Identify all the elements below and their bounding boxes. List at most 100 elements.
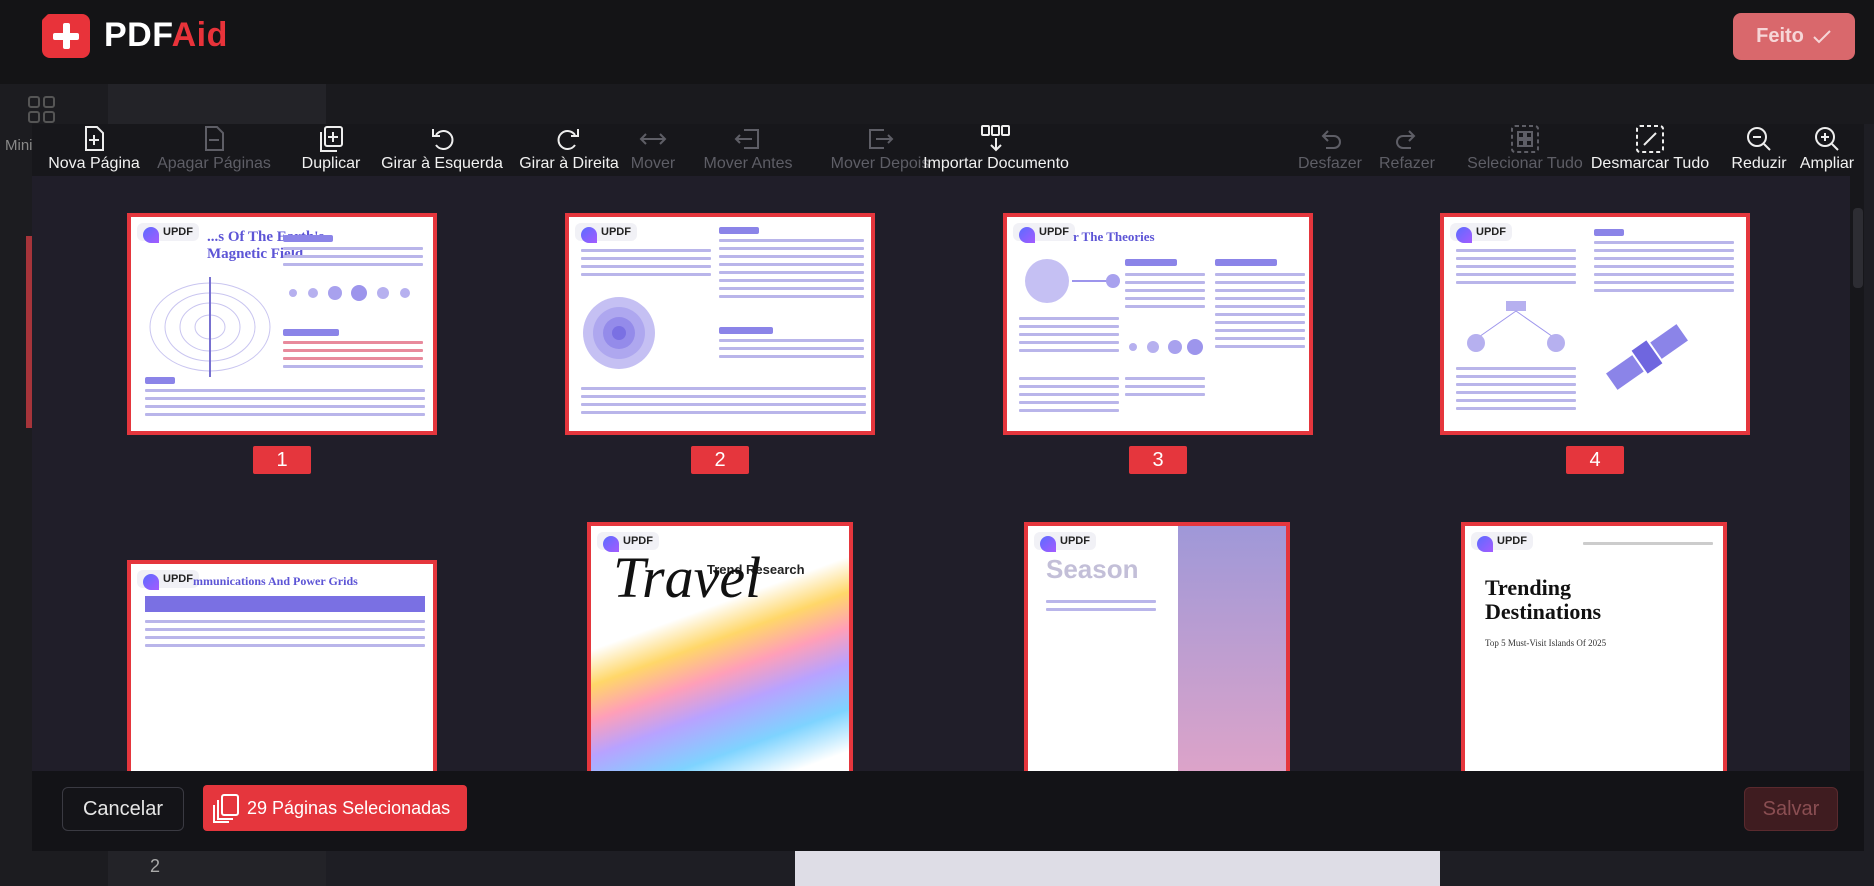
rotate-right-button[interactable]: Girar à Direita <box>504 124 634 176</box>
zoom-out-button[interactable]: Reduzir <box>1724 124 1794 176</box>
page-thumbnail[interactable]: UPDF mmunications And Power Grids <box>127 560 437 771</box>
page-title: mmunications And Power Grids <box>193 574 358 588</box>
done-button[interactable]: Feito <box>1733 13 1855 60</box>
page-thumbnail[interactable]: UPDF r The Theories <box>1003 213 1313 435</box>
import-document-button[interactable]: Importar Documento <box>916 124 1076 176</box>
select-all-button[interactable]: Selecionar Tudo <box>1450 124 1600 176</box>
move-icon <box>639 133 667 145</box>
delete-pages-button[interactable]: Apagar Páginas <box>152 124 276 176</box>
selected-pages-button[interactable]: 29 Páginas Selecionadas <box>203 785 467 831</box>
page-thumbnail[interactable]: UPDF Trend Research Travel UPDF <box>587 522 853 771</box>
text-lines <box>1125 273 1205 313</box>
section-header <box>283 235 333 242</box>
cancel-button[interactable]: Cancelar <box>62 787 184 831</box>
text-lines <box>719 239 864 303</box>
app-header: PDFAid Feito <box>0 0 1874 84</box>
pages-stack-icon <box>213 794 239 823</box>
table-header <box>145 596 425 612</box>
text-lines <box>581 387 866 419</box>
updf-badge: UPDF <box>1034 532 1096 552</box>
logo-icon <box>42 14 90 58</box>
deselect-all-button[interactable]: Desmarcar Tudo <box>1587 124 1713 176</box>
cover-subtitle: Top 5 Must-Visit Islands Of 2025 <box>1485 638 1607 648</box>
page-thumbnail[interactable]: UPDF ...s Of The Earth's Magnetic Field <box>127 213 437 435</box>
rotate-left-icon <box>432 129 454 150</box>
cover-title: Travel <box>613 545 762 610</box>
deselect-icon <box>1636 125 1664 153</box>
move-after-icon <box>869 129 894 149</box>
page-number-badge: 2 <box>691 446 749 474</box>
updf-badge: UPDF <box>597 532 659 552</box>
network-diagram <box>1467 301 1565 352</box>
text-lines <box>283 247 423 271</box>
text-lines <box>1019 377 1119 417</box>
page-organizer-dialog: Nova Página Apagar Páginas Duplicar Gira… <box>32 124 1864 851</box>
app-logo-text: PDFAid <box>104 16 228 54</box>
theory-diagram <box>1025 259 1120 303</box>
import-icon <box>981 125 1010 152</box>
text-lines <box>1583 542 1713 550</box>
updf-badge: UPDF <box>1450 223 1512 243</box>
text-lines <box>1456 249 1576 289</box>
section-header <box>1215 259 1277 266</box>
text-lines <box>1125 377 1205 401</box>
background-mini-label: Mini <box>5 137 33 154</box>
page-thumbnail[interactable]: UPDF <box>1440 213 1750 435</box>
text-lines <box>581 249 711 281</box>
undo-icon <box>1321 130 1341 149</box>
dialog-footer: Cancelar 29 Páginas Selecionadas Salvar <box>32 771 1864 851</box>
undo-button[interactable]: Desfazer <box>1292 124 1368 176</box>
page-thumbnail[interactable]: UPDF Trending Destinations Top 5 Must-Vi… <box>1461 522 1727 771</box>
background-document <box>795 850 1440 886</box>
section-header <box>145 377 175 384</box>
grid-icon <box>28 96 55 123</box>
page-thumbnail[interactable]: Season UPDF <box>1024 522 1290 771</box>
rotate-left-button[interactable]: Girar à Esquerda <box>364 124 520 176</box>
file-plus-icon <box>85 126 104 151</box>
scrollbar-thumb[interactable] <box>1853 208 1863 288</box>
copy-icon <box>320 126 343 152</box>
section-header <box>719 327 773 334</box>
updf-badge: UPDF <box>137 223 199 243</box>
page-number-badge: 4 <box>1566 446 1624 474</box>
planets-row <box>1129 339 1203 355</box>
section-header <box>1594 229 1624 236</box>
section-header <box>719 227 759 234</box>
updf-badge: UPDF <box>1471 532 1533 552</box>
updf-badge: UPDF <box>575 223 637 243</box>
table-rows <box>145 620 425 652</box>
redo-icon <box>1396 130 1416 149</box>
file-minus-icon <box>205 126 224 151</box>
move-button[interactable]: Mover <box>618 124 688 176</box>
cover-title: Trending Destinations <box>1485 575 1602 624</box>
text-lines <box>1456 367 1576 415</box>
zoom-out-icon <box>1747 127 1771 151</box>
page-thumbnail[interactable]: UPDF <box>565 213 875 435</box>
select-all-icon <box>1511 125 1539 153</box>
text-lines <box>1019 317 1119 357</box>
check-icon <box>1813 29 1831 43</box>
move-before-button[interactable]: Mover Antes <box>688 124 808 176</box>
text-lines <box>1046 600 1156 616</box>
updf-badge: UPDF <box>137 570 199 590</box>
organizer-toolbar: Nova Página Apagar Páginas Duplicar Gira… <box>32 124 1864 176</box>
new-page-button[interactable]: Nova Página <box>42 124 146 176</box>
move-before-icon <box>734 129 759 149</box>
save-button[interactable]: Salvar <box>1744 787 1838 831</box>
magnetic-field-illustration <box>149 277 271 377</box>
zoom-in-icon <box>1815 127 1839 151</box>
page-number-badge: 1 <box>253 446 311 474</box>
highlighted-lines <box>283 341 423 373</box>
updf-badge: UPDF <box>1013 223 1075 243</box>
background-page-number: 2 <box>150 856 161 876</box>
zoom-in-button[interactable]: Ampliar <box>1794 124 1860 176</box>
earth-layers-illustration <box>583 297 655 369</box>
text-lines <box>1594 241 1734 297</box>
text-lines <box>1215 273 1305 353</box>
season-cover-photo <box>1178 526 1286 771</box>
page-title: r The Theories <box>1073 229 1155 244</box>
cover-title: Season <box>1046 554 1139 584</box>
redo-button[interactable]: Refazer <box>1372 124 1442 176</box>
page-number-badge: 3 <box>1129 446 1187 474</box>
section-header <box>283 329 339 336</box>
